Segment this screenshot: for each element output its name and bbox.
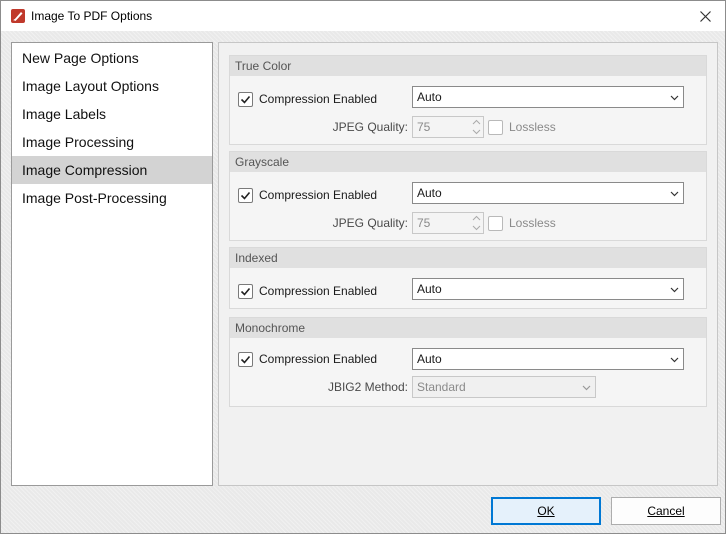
cancel-button[interactable]: Cancel	[611, 497, 721, 525]
checkbox-label: Lossless	[509, 120, 556, 134]
indexed-compression-select[interactable]: Auto	[412, 278, 684, 300]
chevron-down-icon	[670, 95, 679, 101]
checkbox-box	[238, 187, 253, 203]
chevron-up-icon	[472, 215, 480, 221]
group-title: True Color	[230, 56, 706, 76]
checkbox-box	[238, 91, 253, 107]
chevron-down-icon	[582, 385, 591, 391]
checkbox-box	[238, 283, 253, 299]
dialog-content: New Page Options Image Layout Options Im…	[1, 31, 725, 533]
chevron-up-icon	[472, 119, 480, 125]
group-title: Monochrome	[230, 318, 706, 338]
jbig2-method-select[interactable]: Standard	[412, 376, 596, 398]
true-color-lossless-checkbox[interactable]: Lossless	[488, 118, 556, 136]
true-color-compression-select[interactable]: Auto	[412, 86, 684, 108]
close-icon	[699, 10, 711, 22]
checkmark-icon	[240, 95, 251, 104]
checkbox-label: Compression Enabled	[259, 284, 378, 298]
true-color-jpeg-quality-spinner[interactable]: 75	[412, 116, 484, 138]
nav-item-image-processing[interactable]: Image Processing	[12, 128, 212, 156]
title-bar: Image To PDF Options	[1, 1, 725, 31]
spinner-arrows[interactable]	[469, 117, 483, 137]
monochrome-compression-checkbox[interactable]: Compression Enabled	[238, 350, 377, 368]
nav-item-new-page-options[interactable]: New Page Options	[12, 44, 212, 72]
group-title: Indexed	[230, 248, 706, 268]
indexed-compression-checkbox[interactable]: Compression Enabled	[238, 282, 377, 300]
nav-item-image-compression[interactable]: Image Compression	[12, 156, 212, 184]
select-value: Auto	[417, 90, 442, 104]
indexed-group: Indexed Compression Enabled Auto	[229, 247, 707, 309]
chevron-down-icon	[670, 287, 679, 293]
compression-panel: True Color Compression Enabled Auto JPEG…	[218, 42, 718, 486]
spinner-value: 75	[417, 216, 431, 230]
checkbox-box	[238, 351, 253, 367]
cancel-button-label: Cancel	[647, 504, 685, 518]
grayscale-jpeg-quality-spinner[interactable]: 75	[412, 212, 484, 234]
window-title: Image To PDF Options	[31, 9, 153, 23]
spinner-value: 75	[417, 120, 431, 134]
chevron-down-icon	[670, 191, 679, 197]
checkmark-icon	[240, 191, 251, 200]
select-value: Auto	[417, 282, 442, 296]
options-nav-list: New Page Options Image Layout Options Im…	[11, 42, 213, 486]
dialog-window: Image To PDF Options New Page Options Im…	[0, 0, 726, 534]
chevron-down-icon	[472, 129, 480, 135]
jbig2-method-label: JBIG2 Method:	[327, 380, 408, 394]
checkmark-icon	[240, 355, 251, 364]
monochrome-group: Monochrome Compression Enabled Auto JBIG…	[229, 317, 707, 407]
grayscale-compression-checkbox[interactable]: Compression Enabled	[238, 186, 377, 204]
true-color-group: True Color Compression Enabled Auto JPEG…	[229, 55, 707, 145]
true-color-compression-checkbox[interactable]: Compression Enabled	[238, 90, 377, 108]
ok-button-label: OK	[537, 504, 555, 518]
checkbox-box	[488, 119, 503, 135]
checkbox-label: Compression Enabled	[259, 188, 378, 202]
checkmark-icon	[240, 287, 251, 296]
checkbox-label: Compression Enabled	[259, 92, 378, 106]
grayscale-group: Grayscale Compression Enabled Auto JPEG …	[229, 151, 707, 241]
select-value: Auto	[417, 352, 442, 366]
nav-item-image-layout-options[interactable]: Image Layout Options	[12, 72, 212, 100]
select-value: Standard	[417, 380, 466, 394]
chevron-down-icon	[670, 357, 679, 363]
checkbox-label: Lossless	[509, 216, 556, 230]
pdf-app-icon	[10, 8, 26, 24]
ok-button[interactable]: OK	[491, 497, 601, 525]
spinner-arrows[interactable]	[469, 213, 483, 233]
checkbox-box	[488, 215, 503, 231]
checkbox-label: Compression Enabled	[259, 352, 378, 366]
nav-item-image-post-processing[interactable]: Image Post-Processing	[12, 184, 212, 212]
group-title: Grayscale	[230, 152, 706, 172]
grayscale-compression-select[interactable]: Auto	[412, 182, 684, 204]
nav-item-image-labels[interactable]: Image Labels	[12, 100, 212, 128]
select-value: Auto	[417, 186, 442, 200]
jpeg-quality-label: JPEG Quality:	[332, 120, 408, 134]
chevron-down-icon	[472, 225, 480, 231]
close-button[interactable]	[685, 1, 725, 31]
jpeg-quality-label: JPEG Quality:	[332, 216, 408, 230]
grayscale-lossless-checkbox[interactable]: Lossless	[488, 214, 556, 232]
monochrome-compression-select[interactable]: Auto	[412, 348, 684, 370]
